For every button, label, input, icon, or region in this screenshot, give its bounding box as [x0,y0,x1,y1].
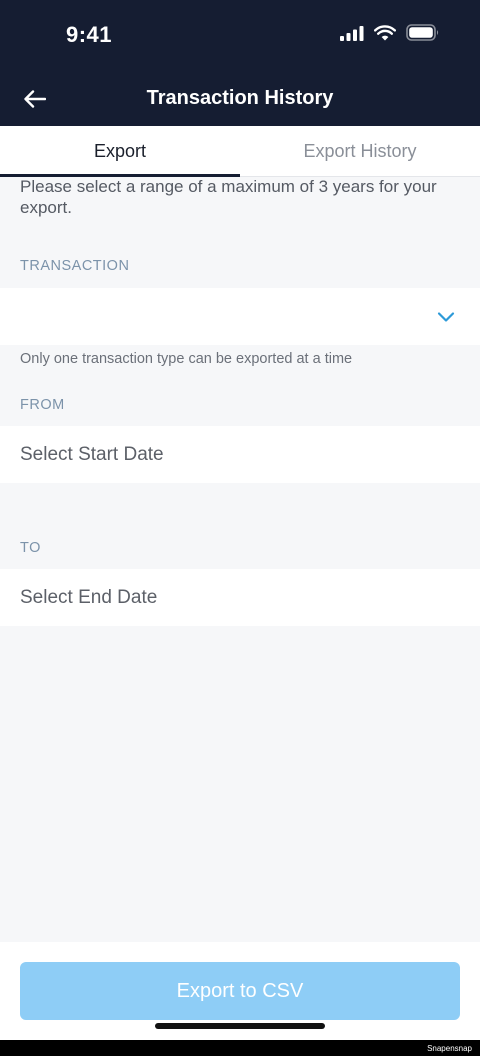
app-header: 9:41 Transaction History [0,0,480,126]
from-label: FROM [20,397,65,413]
tab-export-history[interactable]: Export History [240,126,480,176]
to-label: TO [20,540,41,556]
home-indicator [155,1023,325,1029]
export-csv-button[interactable]: Export to CSV [20,962,460,1020]
battery-icon [406,24,439,41]
screen: 9:41 Transaction History Export Export H… [0,0,480,1056]
signal-icon [340,25,364,41]
transaction-label: TRANSACTION [20,258,130,274]
start-date-placeholder: Select Start Date [20,443,164,465]
watermark: Snapensnap [427,1044,472,1053]
end-date-field[interactable]: Select End Date [0,569,480,626]
wifi-icon [374,24,396,40]
instruction-text: Please select a range of a maximum of 3 … [20,177,437,217]
footer-strip [0,1040,480,1056]
status-icons [340,24,440,41]
tab-export[interactable]: Export [0,126,240,177]
transaction-hint: Only one transaction type can be exporte… [20,351,353,367]
page-title: Transaction History [146,87,334,109]
end-date-placeholder: Select End Date [20,586,158,608]
status-time: 9:41 [66,22,113,47]
start-date-field[interactable]: Select Start Date [0,426,480,483]
transaction-select[interactable] [0,288,480,345]
chevron-down-icon [437,311,455,322]
tab-bar: Export Export History [0,126,480,177]
